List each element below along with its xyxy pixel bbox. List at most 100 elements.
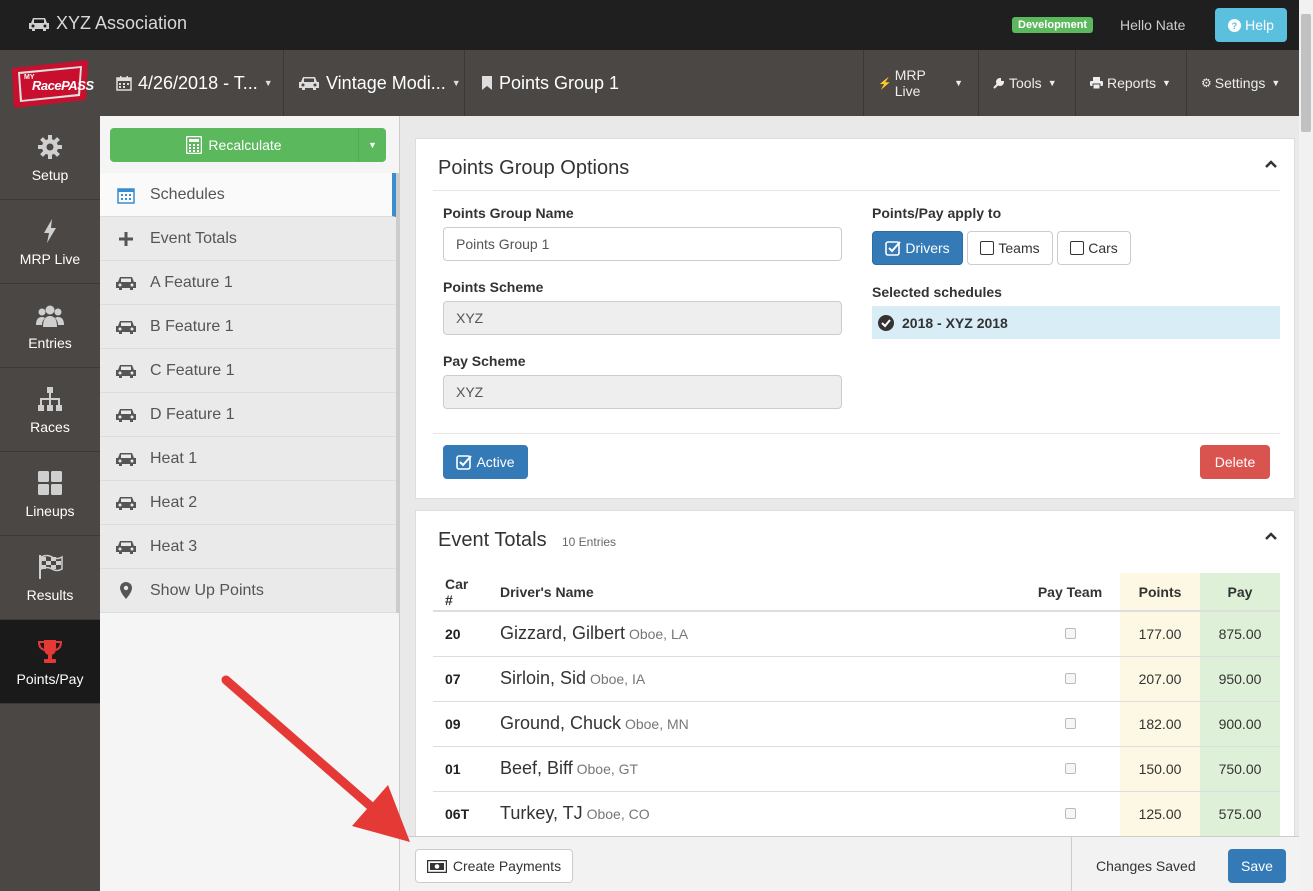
points-cell: 207.00: [1120, 655, 1200, 701]
card-title: Event Totals: [438, 529, 547, 551]
user-greeting[interactable]: Hello Nate: [1120, 17, 1185, 33]
bolt-icon: [44, 218, 56, 243]
driver-cell: Beef, Biff Oboe, GT: [488, 745, 1020, 791]
apply-to-label: Points/Pay apply to: [872, 205, 1002, 221]
help-button[interactable]: ? Help: [1215, 8, 1287, 42]
points-group-name-input[interactable]: Points Group 1: [443, 227, 842, 261]
menu-item-label: D Feature 1: [150, 405, 235, 423]
sidebar-item-mrp-live[interactable]: MRP Live: [0, 200, 100, 284]
menu-tools[interactable]: Tools ▼: [978, 50, 1075, 116]
points-menu-panel: Recalculate ▼ Schedules Event Totals A F…: [100, 116, 400, 891]
table-row[interactable]: 01 Beef, Biff Oboe, GT 150.00 750.00: [433, 745, 1280, 791]
car-icon: [114, 361, 138, 381]
sidebar-item-points-pay[interactable]: Points/Pay: [0, 620, 100, 704]
chevron-up-icon[interactable]: [1264, 157, 1278, 171]
menu-item-heat-1[interactable]: Heat 1: [100, 437, 396, 481]
sidebar-label-results: Results: [26, 586, 74, 603]
sidebar-item-races[interactable]: Races: [0, 368, 100, 452]
menu-item-show-up-points[interactable]: Show Up Points: [100, 569, 396, 613]
active-label: Active: [476, 454, 515, 470]
table-row[interactable]: 09 Ground, Chuck Oboe, MN 182.00 900.00: [433, 700, 1280, 746]
sidebar-item-entries[interactable]: Entries: [0, 284, 100, 368]
menu-item-schedules[interactable]: Schedules: [100, 173, 396, 217]
scrollbar-thumb[interactable]: [1301, 14, 1311, 132]
brand[interactable]: XYZ Association: [28, 13, 187, 34]
menu-settings[interactable]: ⚙ Settings ▼: [1186, 50, 1299, 116]
main-content: Points Group Options Points Group Name P…: [400, 116, 1299, 891]
calendar-icon: [114, 185, 138, 205]
driver-location: Oboe, LA: [628, 626, 689, 643]
car-number: 07: [433, 655, 488, 701]
active-toggle-button[interactable]: Active: [443, 445, 528, 479]
column-header-points[interactable]: Points: [1120, 573, 1200, 612]
pay-team-checkbox[interactable]: [1064, 762, 1076, 774]
pay-scheme-label: Pay Scheme: [443, 353, 526, 369]
menu-item-d-feature-1[interactable]: D Feature 1: [100, 393, 396, 437]
car-icon: [114, 493, 138, 513]
menu-item-heat-3[interactable]: Heat 3: [100, 525, 396, 569]
column-header-driver[interactable]: Driver's Name: [488, 573, 1020, 612]
brand-name: XYZ Association: [56, 13, 188, 33]
table-row[interactable]: 07 Sirloin, Sid Oboe, IA 207.00 950.00: [433, 655, 1280, 701]
column-header-pay[interactable]: Pay: [1200, 573, 1280, 612]
date-selector[interactable]: 4/26/2018 - T... ▼: [100, 50, 284, 116]
menu-item-b-feature-1[interactable]: B Feature 1: [100, 305, 396, 349]
sidebar-item-results[interactable]: Results: [0, 536, 100, 620]
selected-schedule-name: 2018 - XYZ 2018: [902, 314, 1008, 331]
menu-mrp-live[interactable]: ⚡ MRP Live ▼: [863, 50, 977, 116]
create-payments-button[interactable]: Create Payments: [415, 849, 573, 883]
save-status: Changes Saved: [1096, 858, 1196, 874]
menu-item-c-feature-1[interactable]: C Feature 1: [100, 349, 396, 393]
pay-team-cell: [1020, 700, 1120, 746]
menu-reports[interactable]: Reports ▼: [1075, 50, 1186, 116]
recalculate-dropdown-toggle[interactable]: ▼: [358, 128, 386, 162]
users-icon: [36, 305, 64, 327]
selected-schedule-row[interactable]: 2018 - XYZ 2018: [872, 306, 1280, 339]
pay-cell: 875.00: [1200, 610, 1280, 656]
points-group-name-value: Points Group 1: [456, 236, 550, 252]
car-icon: [29, 17, 49, 31]
driver-location: Oboe, GT: [576, 761, 639, 777]
caret-down-icon: ▼: [1271, 78, 1281, 88]
class-selector-label: Vintage Modi...: [326, 72, 446, 93]
pay-cell: 900.00: [1200, 700, 1280, 746]
apply-teams-toggle[interactable]: Teams: [967, 231, 1053, 265]
pay-team-checkbox[interactable]: [1064, 717, 1076, 729]
recalculate-button[interactable]: Recalculate: [110, 128, 358, 162]
menu-settings-label: Settings: [1214, 75, 1266, 91]
caret-down-icon: ▼: [1047, 78, 1057, 88]
calendar-icon: [116, 76, 132, 91]
logo-text: RacePASS: [32, 78, 94, 93]
recalculate-button-group: Recalculate ▼: [110, 128, 386, 162]
class-selector[interactable]: Vintage Modi... ▼: [284, 50, 465, 116]
pay-team-checkbox[interactable]: [1064, 672, 1076, 684]
chevron-up-icon[interactable]: [1264, 529, 1278, 543]
page-scrollbar[interactable]: [1299, 0, 1313, 891]
check-circle-icon: [878, 314, 894, 331]
apply-drivers-label: Drivers: [905, 240, 950, 256]
sidebar-item-lineups[interactable]: Lineups: [0, 452, 100, 536]
sidebar-label-entries: Entries: [28, 334, 72, 351]
menu-item-label: Show Up Points: [150, 581, 264, 599]
column-header-car[interactable]: Car #: [433, 573, 488, 612]
menu-item-event-totals[interactable]: Event Totals: [100, 217, 396, 261]
apply-teams-label: Teams: [998, 240, 1040, 256]
pay-team-checkbox[interactable]: [1064, 627, 1076, 639]
pay-team-checkbox[interactable]: [1064, 807, 1076, 819]
points-scheme-field: XYZ: [443, 301, 842, 335]
action-footer: Create Payments Changes Saved Save: [400, 836, 1299, 891]
apply-cars-toggle[interactable]: Cars: [1057, 231, 1131, 265]
myracepass-logo[interactable]: MY RacePASS: [8, 58, 94, 110]
menu-item-a-feature-1[interactable]: A Feature 1: [100, 261, 396, 305]
pay-team-cell: [1020, 745, 1120, 791]
table-row[interactable]: 06T Turkey, TJ Oboe, CO 125.00 575.00: [433, 790, 1280, 836]
apply-drivers-toggle[interactable]: Drivers: [872, 231, 963, 265]
table-row[interactable]: 20 Gizzard, Gilbert Oboe, LA 177.00 875.…: [433, 610, 1280, 656]
delete-button[interactable]: Delete: [1200, 445, 1270, 479]
sidebar-item-setup[interactable]: Setup: [0, 116, 100, 200]
save-button[interactable]: Save: [1228, 849, 1286, 883]
driver-name: Turkey, TJ: [500, 803, 583, 824]
main-sidebar: Setup MRP Live Entries Races Lineups Res…: [0, 116, 100, 891]
column-header-pay-team[interactable]: Pay Team: [1020, 573, 1120, 612]
menu-item-heat-2[interactable]: Heat 2: [100, 481, 396, 525]
